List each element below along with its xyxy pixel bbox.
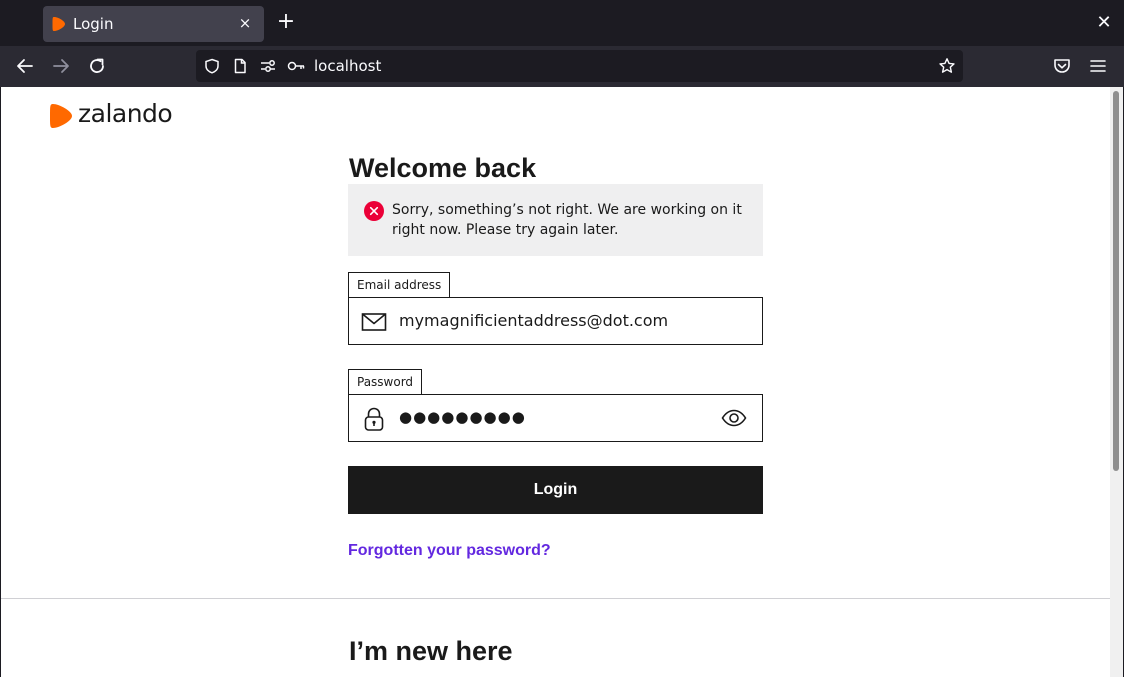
envelope-icon	[361, 313, 387, 331]
tab-strip: Login × + ✕	[0, 0, 1124, 46]
password-field[interactable]: ●●●●●●●●●	[348, 394, 763, 442]
section-divider	[1, 598, 1110, 599]
navigation-toolbar: localhost	[0, 46, 1124, 87]
email-field[interactable]: mymagnificientaddress@dot.com	[348, 297, 763, 345]
email-value[interactable]: mymagnificientaddress@dot.com	[399, 311, 668, 330]
page-info-icon[interactable]	[232, 58, 248, 74]
login-button[interactable]: Login	[348, 466, 763, 514]
tab-title: Login	[73, 15, 114, 33]
reload-icon[interactable]	[86, 55, 108, 77]
url-text[interactable]: localhost	[314, 57, 381, 75]
forward-arrow-icon[interactable]	[50, 55, 72, 77]
zalando-logo-mark-icon	[50, 104, 72, 128]
shield-icon[interactable]	[204, 58, 220, 74]
forgot-password-link[interactable]: Forgotten your password?	[348, 542, 551, 560]
password-label: Password	[348, 369, 423, 395]
bookmark-star-icon[interactable]	[938, 57, 956, 75]
tab-close-icon[interactable]: ×	[236, 14, 254, 32]
key-icon[interactable]	[287, 58, 305, 74]
hamburger-menu-icon[interactable]	[1088, 56, 1108, 76]
lock-icon	[364, 407, 384, 431]
email-label: Email address	[348, 272, 451, 298]
page-content: zalando Welcome back Sorry, something’s …	[1, 87, 1110, 677]
new-tab-button[interactable]: +	[276, 11, 296, 33]
error-x-circle-icon	[364, 201, 384, 221]
url-bar[interactable]: localhost	[196, 50, 963, 82]
error-message: Sorry, something’s not right. We are wor…	[392, 202, 742, 238]
scrollbar-thumb[interactable]	[1113, 91, 1119, 471]
page-title: Welcome back	[349, 153, 537, 183]
new-customer-heading: I’m new here	[349, 636, 513, 666]
permissions-icon[interactable]	[260, 58, 276, 74]
pocket-icon[interactable]	[1052, 56, 1072, 76]
window-close-icon[interactable]: ✕	[1094, 13, 1114, 33]
show-password-eye-icon[interactable]	[721, 408, 747, 428]
error-notification: Sorry, something’s not right. We are wor…	[348, 184, 763, 256]
page-scrollbar[interactable]	[1110, 87, 1123, 677]
back-arrow-icon[interactable]	[14, 55, 36, 77]
password-value[interactable]: ●●●●●●●●●	[399, 408, 526, 426]
zalando-favicon-icon	[52, 17, 65, 31]
tab-login[interactable]: Login ×	[43, 6, 264, 42]
logo-wordmark: zalando	[78, 99, 173, 128]
